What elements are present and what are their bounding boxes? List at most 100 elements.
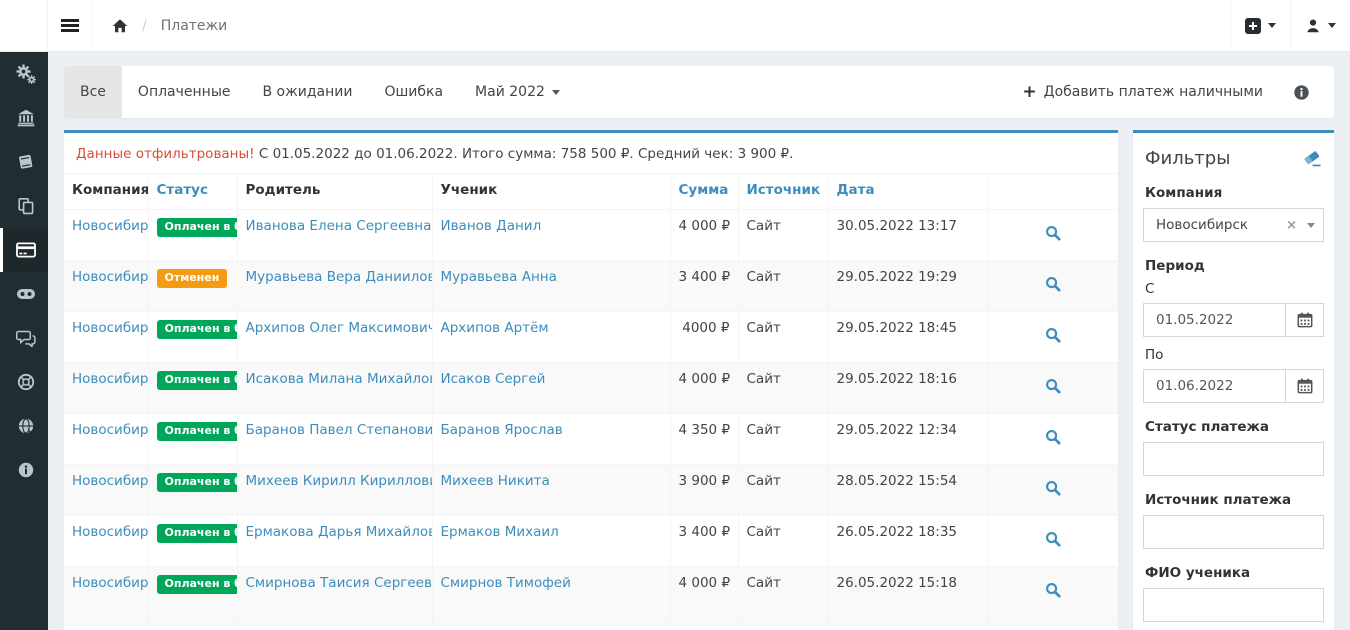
calendar-button[interactable] <box>1285 304 1323 336</box>
sidebar-item-messages[interactable] <box>0 316 48 360</box>
life-ring-icon <box>17 373 35 391</box>
column-header[interactable]: Источник <box>738 174 828 210</box>
student-link[interactable]: Архипов Артём <box>441 320 549 336</box>
status-badge: Оплачен в банке <box>157 575 238 594</box>
column-header[interactable] <box>988 174 1118 210</box>
amount-cell: 4 000 ₽ <box>670 363 738 414</box>
company-link[interactable]: Новосибирск <box>72 371 148 387</box>
student-link[interactable]: Исаков Сергей <box>441 371 546 387</box>
column-header[interactable]: Компания <box>64 174 148 210</box>
topbar-actions <box>1230 0 1350 51</box>
student-link[interactable]: Ермаков Михаил <box>441 524 559 540</box>
sidebar-item-journal[interactable] <box>0 140 48 184</box>
breadcrumb-separator: / <box>142 18 147 34</box>
quick-add-dropdown-button[interactable] <box>1230 0 1290 51</box>
student-link[interactable]: Баранов Ярослав <box>441 422 563 438</box>
info-icon[interactable] <box>1293 84 1310 101</box>
payments-table: Компания Статус Родитель Ученик Сумма <box>64 173 1118 626</box>
user-icon <box>1305 18 1321 34</box>
status-tab[interactable]: Все <box>64 66 122 118</box>
sidebar-item-support[interactable] <box>0 360 48 404</box>
table-row: Новосибирск Оплачен в банке Смирнова Таи… <box>64 567 1118 618</box>
company-link[interactable]: Новосибирск <box>72 422 148 438</box>
amount-cell: 4 000 ₽ <box>670 210 738 261</box>
student-link[interactable]: Муравьева Анна <box>441 269 557 285</box>
clear-filters-eraser-icon[interactable] <box>1303 149 1322 168</box>
filter-notice-summary: С 01.05.2022 до 01.06.2022. Итого сумма:… <box>259 146 794 162</box>
sidebar-item-site[interactable] <box>0 404 48 448</box>
company-link[interactable]: Новосибирск <box>72 320 148 336</box>
company-link[interactable]: Новосибирск <box>72 524 148 540</box>
column-header-label: Родитель <box>246 182 321 198</box>
filter-notice-alert: Данные отфильтрованы! <box>76 146 255 162</box>
parent-link[interactable]: Исакова Милана Михайловна <box>246 371 433 387</box>
period-to-input[interactable] <box>1144 370 1285 402</box>
chevron-down-icon <box>552 90 560 95</box>
status-tab[interactable]: В ожидании <box>246 66 368 118</box>
period-from-input[interactable] <box>1144 304 1285 336</box>
sidebar-item-organization[interactable] <box>0 96 48 140</box>
column-header[interactable]: Статус <box>148 174 237 210</box>
sidebar-item-documents[interactable] <box>0 184 48 228</box>
column-header[interactable]: Родитель <box>237 174 432 210</box>
payments-page: { "header": { "breadcrumb_current": "Пла… <box>0 0 1350 630</box>
bank-icon <box>17 109 35 127</box>
sidebar-item-about[interactable] <box>0 448 48 492</box>
parent-link[interactable]: Иванова Елена Сергеевна <box>246 218 432 234</box>
parent-link[interactable]: Ермакова Дарья Михайловна <box>246 524 433 540</box>
calendar-button[interactable] <box>1285 370 1323 402</box>
sidebar-item-settings[interactable] <box>0 52 48 96</box>
sidebar-item-payments[interactable] <box>0 228 48 272</box>
company-select[interactable]: Новосибирск × <box>1143 208 1324 242</box>
status-tabs: Все Оплаченные В ожидании Ошибка <box>64 66 459 118</box>
column-header[interactable]: Ученик <box>432 174 670 210</box>
company-link[interactable]: Новосибирск <box>72 269 148 285</box>
company-link[interactable]: Новосибирск <box>72 473 148 489</box>
column-header-label: Сумма <box>679 182 729 198</box>
column-header[interactable]: Сумма <box>670 174 738 210</box>
column-header-label: Ученик <box>441 182 498 198</box>
link-icon <box>16 288 36 300</box>
sidebar-toggle-button[interactable] <box>48 0 92 51</box>
view-payment-button[interactable] <box>988 516 1118 567</box>
view-payment-button[interactable] <box>988 363 1118 414</box>
student-link[interactable]: Смирнов Тимофей <box>441 575 571 591</box>
company-link[interactable]: Новосибирск <box>72 218 148 234</box>
student-name-input[interactable] <box>1143 588 1324 622</box>
company-link[interactable]: Новосибирск <box>72 575 148 591</box>
parent-link[interactable]: Михеев Кирилл Кириллович <box>246 473 433 489</box>
view-payment-button[interactable] <box>988 414 1118 465</box>
view-payment-button[interactable] <box>988 465 1118 516</box>
tab-label: В ожидании <box>262 84 352 100</box>
top-navbar: / Платежи <box>0 0 1350 52</box>
sidebar-item-integrations[interactable] <box>0 272 48 316</box>
source-cell: Сайт <box>738 261 828 312</box>
user-menu-button[interactable] <box>1290 0 1350 51</box>
view-payment-button[interactable] <box>988 567 1118 618</box>
parent-link[interactable]: Баранов Павел Степанович <box>246 422 433 438</box>
table-row: Новосибирск Оплачен в банке Баранов Паве… <box>64 414 1118 465</box>
calendar-icon <box>1297 378 1313 394</box>
add-cash-payment-button[interactable]: + Добавить платеж наличными <box>1022 84 1263 101</box>
status-tab[interactable]: Оплаченные <box>122 66 247 118</box>
student-link[interactable]: Михеев Никита <box>441 473 550 489</box>
status-tab[interactable]: Ошибка <box>368 66 459 118</box>
month-dropdown[interactable]: Май 2022 <box>459 66 576 118</box>
amount-cell: 3 400 ₽ <box>670 516 738 567</box>
column-header[interactable]: Дата <box>828 174 988 210</box>
datetime-cell: 30.05.2022 13:17 <box>828 210 988 261</box>
comments-icon <box>16 330 36 347</box>
payment-source-input[interactable] <box>1143 515 1324 549</box>
parent-link[interactable]: Архипов Олег Максимович <box>246 320 433 336</box>
student-link[interactable]: Иванов Данил <box>441 218 542 234</box>
parent-link[interactable]: Смирнова Таисия Сергеевна <box>246 575 433 591</box>
parent-link[interactable]: Муравьева Вера Данииловна <box>246 269 433 285</box>
table-row: Новосибирск Оплачен в банке Иванова Елен… <box>64 210 1118 261</box>
clear-selection-icon[interactable]: × <box>1278 218 1305 233</box>
view-payment-button[interactable] <box>988 312 1118 363</box>
payment-status-input[interactable] <box>1143 442 1324 476</box>
view-payment-button[interactable] <box>988 210 1118 261</box>
home-icon[interactable] <box>112 18 128 34</box>
view-payment-button[interactable] <box>988 261 1118 312</box>
tab-label: Ошибка <box>384 84 443 100</box>
